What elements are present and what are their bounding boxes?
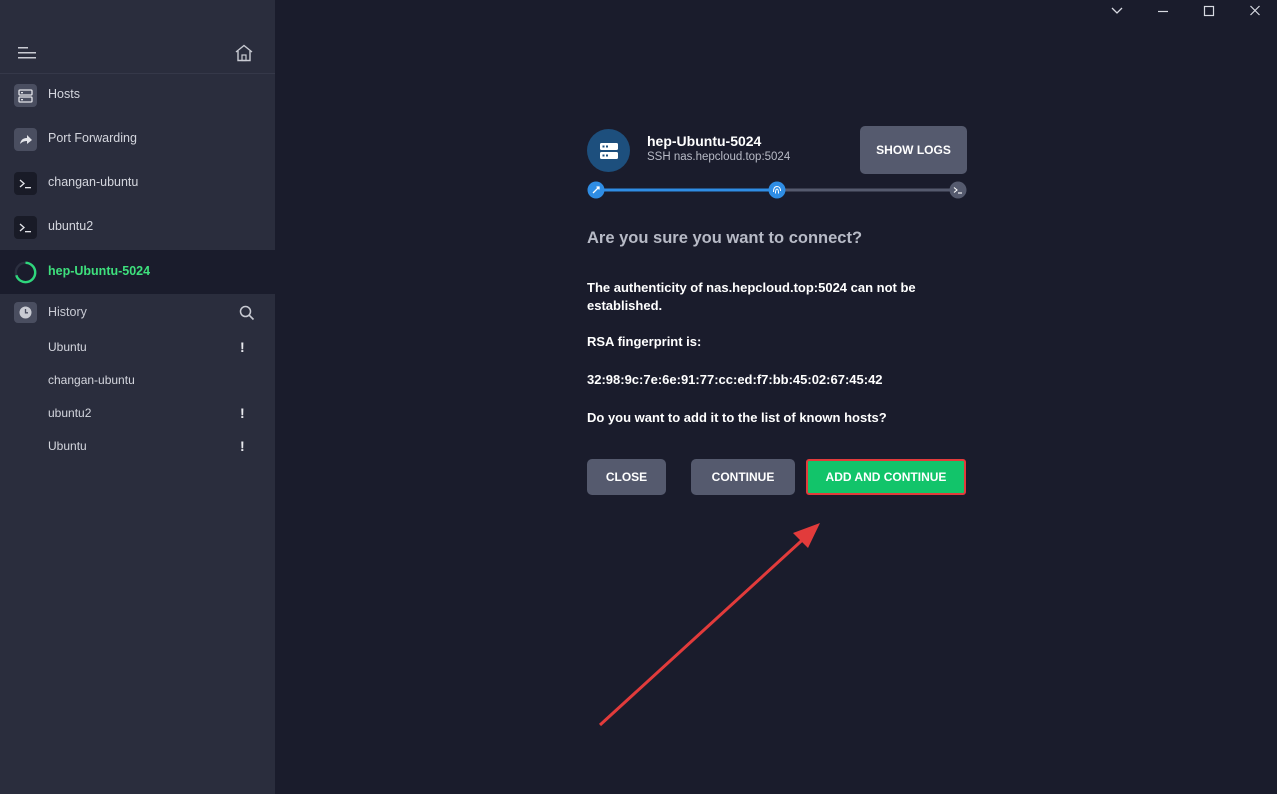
- hosts-icon: [14, 84, 37, 107]
- host-address: SSH nas.hepcloud.top:5024: [647, 151, 791, 163]
- host-name: hep-Ubuntu-5024: [647, 133, 762, 149]
- history-item-label: Ubuntu: [48, 439, 87, 453]
- history-item[interactable]: Ubuntu !: [0, 331, 275, 364]
- add-and-continue-button[interactable]: ADD AND CONTINUE: [806, 459, 966, 495]
- warning-icon: !: [240, 438, 245, 454]
- server-avatar: [587, 129, 630, 172]
- connection-progress: [587, 181, 967, 199]
- clock-icon: [14, 302, 37, 323]
- sidebar-item-label: changan-ubuntu: [48, 175, 139, 189]
- home-icon[interactable]: [234, 44, 254, 62]
- history-item-label: Ubuntu: [48, 340, 87, 354]
- authenticity-message: The authenticity of nas.hepcloud.top:502…: [587, 280, 916, 313]
- search-icon[interactable]: [239, 305, 255, 321]
- sidebar-item-hosts[interactable]: Hosts: [0, 73, 275, 117]
- sidebar-item-port-forwarding[interactable]: Port Forwarding: [0, 117, 275, 161]
- sidebar-item-changan-ubuntu[interactable]: changan-ubuntu: [0, 161, 275, 205]
- menu-icon[interactable]: [18, 46, 36, 60]
- history-label: History: [48, 305, 87, 319]
- known-hosts-question: Do you want to add it to the list of kno…: [587, 410, 887, 425]
- sidebar: Hosts Port Forwarding changan-ubuntu ubu…: [0, 0, 275, 794]
- step-terminal-icon: [949, 181, 967, 199]
- warning-icon: !: [240, 405, 245, 421]
- sidebar-item-label: hep-Ubuntu-5024: [48, 264, 151, 278]
- sidebar-item-label: Port Forwarding: [48, 131, 137, 145]
- fingerprint-label: RSA fingerprint is:: [587, 334, 702, 349]
- sidebar-item-ubuntu2[interactable]: ubuntu2: [0, 205, 275, 249]
- fingerprint-value: 32:98:9c:7e:6e:91:77:cc:ed:f7:bb:45:02:6…: [587, 372, 883, 387]
- maximize-icon[interactable]: [1199, 2, 1219, 20]
- close-button[interactable]: CLOSE: [587, 459, 666, 495]
- chevron-down-icon[interactable]: [1107, 2, 1127, 20]
- history-item-label: changan-ubuntu: [48, 373, 135, 387]
- port-forwarding-icon: [14, 128, 37, 151]
- step-connect-icon: [587, 181, 605, 199]
- minimize-icon[interactable]: [1153, 2, 1173, 20]
- sidebar-item-label: Hosts: [48, 87, 80, 101]
- history-item-label: ubuntu2: [48, 406, 92, 420]
- warning-icon: !: [240, 339, 245, 355]
- history-item[interactable]: changan-ubuntu: [0, 364, 275, 397]
- history-item[interactable]: ubuntu2 !: [0, 397, 275, 430]
- terminal-icon: [14, 172, 37, 195]
- connecting-spinner-icon: [14, 261, 37, 284]
- step-fingerprint-icon: [768, 181, 786, 199]
- terminal-icon: [14, 216, 37, 239]
- server-icon: [599, 142, 618, 159]
- history-item[interactable]: Ubuntu !: [0, 430, 275, 463]
- continue-button[interactable]: CONTINUE: [691, 459, 795, 495]
- sidebar-header: [0, 0, 275, 74]
- sidebar-item-label: ubuntu2: [48, 219, 94, 233]
- close-window-icon[interactable]: [1245, 2, 1265, 20]
- annotation-arrow: [598, 523, 820, 727]
- show-logs-button[interactable]: SHOW LOGS: [860, 126, 967, 174]
- history-header: History: [0, 295, 275, 329]
- sidebar-item-hep-ubuntu-5024[interactable]: hep-Ubuntu-5024: [0, 250, 275, 294]
- dialog-title: Are you sure you want to connect?: [587, 229, 863, 247]
